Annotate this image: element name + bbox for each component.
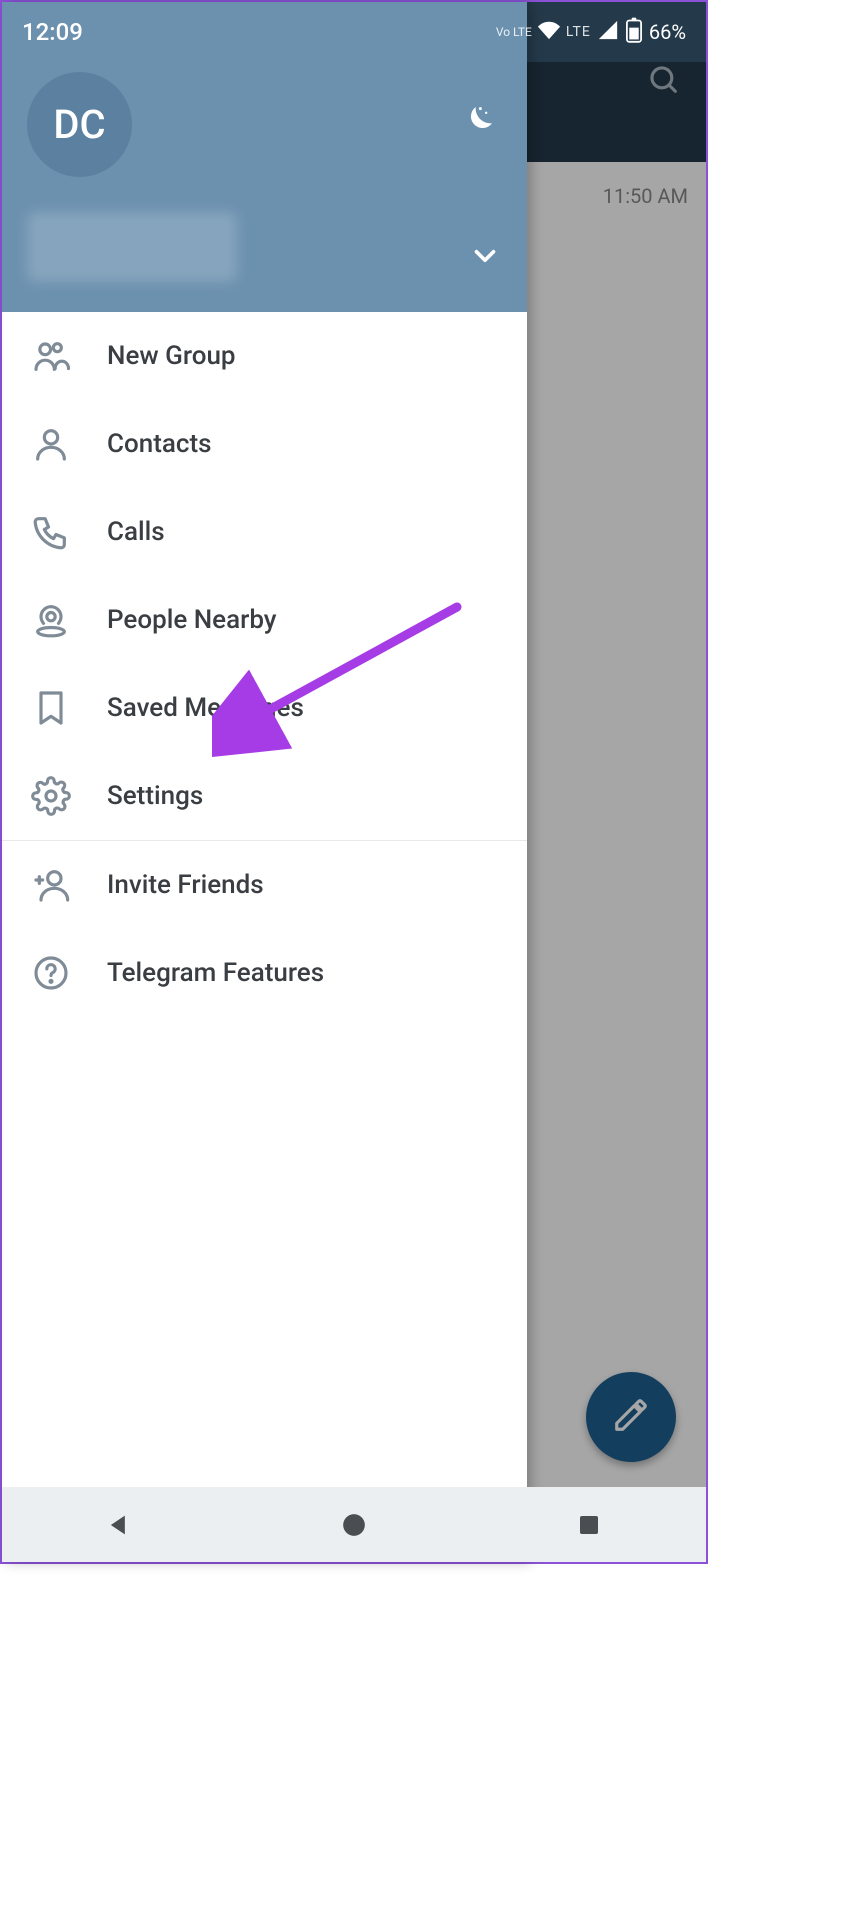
navigation-drawer: DC New Group Contacts Calls People Nearby Sa… <box>2 2 527 1562</box>
avatar[interactable]: DC <box>27 72 132 177</box>
status-bar: 12:09 Vo LTE LTE 66% <box>2 2 706 62</box>
menu-item-people-nearby[interactable]: People Nearby <box>2 576 527 664</box>
menu-item-label: Invite Friends <box>107 870 264 900</box>
lte-label: LTE <box>566 24 591 40</box>
menu-item-telegram-features[interactable]: Telegram Features <box>2 929 527 1017</box>
wifi-icon <box>538 19 560 46</box>
nearby-icon <box>27 600 75 640</box>
person-icon <box>27 424 75 464</box>
add-person-icon <box>27 865 75 905</box>
menu-item-calls[interactable]: Calls <box>2 488 527 576</box>
avatar-initials: DC <box>53 101 105 148</box>
menu-item-label: Telegram Features <box>107 958 324 988</box>
menu-item-saved-messages[interactable]: Saved Messages <box>2 664 527 752</box>
menu-item-contacts[interactable]: Contacts <box>2 400 527 488</box>
menu-item-new-group[interactable]: New Group <box>2 312 527 400</box>
volte-indicator: Vo LTE <box>496 25 532 39</box>
menu-item-label: Settings <box>107 781 203 811</box>
nav-recents-button[interactable] <box>569 1505 609 1545</box>
menu-item-label: Saved Messages <box>107 693 304 723</box>
account-dropdown-button[interactable] <box>468 239 502 277</box>
menu-item-label: New Group <box>107 341 236 371</box>
user-name-blurred <box>27 212 237 282</box>
signal-icon <box>597 19 619 46</box>
menu-item-settings[interactable]: Settings <box>2 752 527 840</box>
menu-item-label: Contacts <box>107 429 211 459</box>
group-icon <box>27 336 75 376</box>
battery-icon <box>625 17 643 48</box>
phone-icon <box>27 512 75 552</box>
nav-home-button[interactable] <box>334 1505 374 1545</box>
system-navbar <box>2 1487 706 1562</box>
status-time: 12:09 <box>22 18 83 46</box>
battery-percent: 66% <box>649 20 686 44</box>
drawer-menu: New Group Contacts Calls People Nearby Saved… <box>2 312 527 1562</box>
menu-item-label: People Nearby <box>107 605 277 635</box>
menu-item-label: Calls <box>107 517 165 547</box>
menu-item-invite-friends[interactable]: Invite Friends <box>2 841 527 929</box>
status-indicators: Vo LTE LTE 66% <box>496 17 686 48</box>
nav-back-button[interactable] <box>99 1505 139 1545</box>
gear-icon <box>27 776 75 816</box>
bookmark-icon <box>27 688 75 728</box>
help-icon <box>27 953 75 993</box>
night-mode-icon[interactable] <box>457 102 497 146</box>
